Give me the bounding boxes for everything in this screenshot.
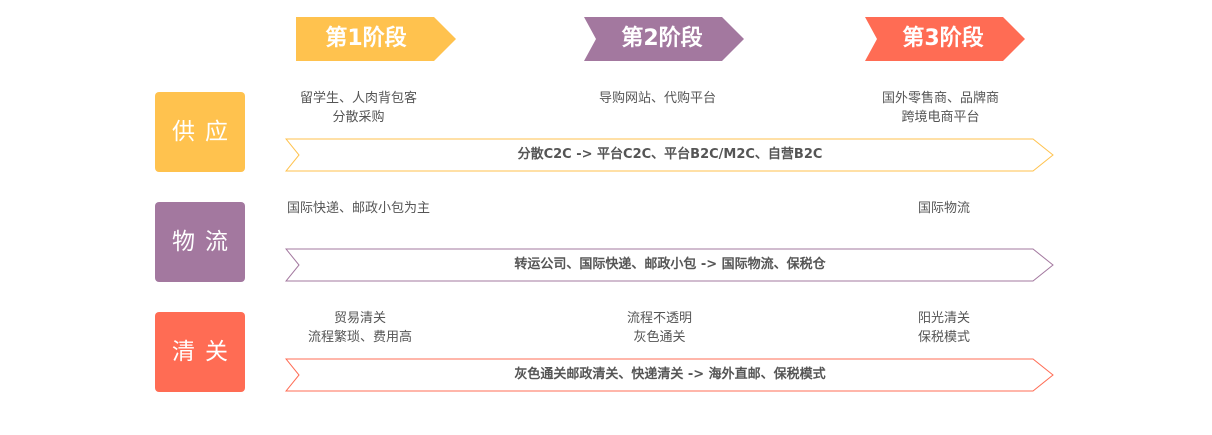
supply-stage-1-line-2: 分散采购 — [332, 110, 385, 125]
supply-stage-3-line-1: 国外零售商、品牌商 — [882, 91, 1000, 106]
stage-2-label: 第2阶段 — [621, 26, 703, 51]
logistics-stage-3-line-1: 国际物流 — [918, 201, 971, 216]
category-supply: 供应 — [155, 92, 245, 172]
supply-stage-3-line-2: 跨境电商平台 — [901, 110, 980, 125]
customs-stage-2-text: 流程不透明 灰色通关 — [627, 309, 692, 347]
supply-stage-1-line-1: 留学生、人肉背包客 — [300, 91, 418, 106]
logistics-stage-1-line-1: 国际快递、邮政小包为主 — [287, 201, 431, 216]
stage-3-label: 第3阶段 — [902, 26, 984, 51]
customs-arrow-label: 灰色通关邮政清关、快递清关 -> 海外直邮、保税模式 — [514, 367, 826, 382]
customs-stage-3-text: 阳光清关 保税模式 — [918, 309, 970, 347]
supply-stage-2-line-1: 导购网站、代购平台 — [599, 91, 717, 106]
customs-stage-1-text: 贸易清关 流程繁琐、费用高 — [308, 309, 412, 347]
logistics-progress-arrow: 转运公司、国际快递、邮政小包 -> 国际物流、保税仓 — [285, 248, 1055, 282]
supply-stage-2-text: 导购网站、代购平台 — [599, 89, 716, 108]
logistics-stage-3-text: 国际物流 — [918, 199, 970, 218]
supply-progress-arrow: 分散C2C -> 平台C2C、平台B2C/M2C、自营B2C — [285, 138, 1055, 172]
stage-2-header: 第2阶段 — [584, 17, 744, 61]
logistics-stage-1-text: 国际快递、邮政小包为主 — [287, 199, 430, 218]
supply-arrow-label: 分散C2C -> 平台C2C、平台B2C/M2C、自营B2C — [517, 147, 823, 162]
supply-stage-1-text: 留学生、人肉背包客 分散采购 — [300, 89, 417, 127]
customs-stage-3-line-1: 阳光清关 — [918, 311, 971, 326]
category-logistics: 物流 — [155, 202, 245, 282]
customs-stage-1-line-2: 流程繁琐、费用高 — [308, 330, 413, 345]
stage-1-header: 第1阶段 — [296, 17, 456, 61]
category-customs: 清关 — [155, 312, 245, 392]
customs-stage-3-line-2: 保税模式 — [918, 330, 971, 345]
customs-stage-2-line-1: 流程不透明 — [627, 311, 693, 326]
customs-progress-arrow: 灰色通关邮政清关、快递清关 -> 海外直邮、保税模式 — [285, 358, 1055, 392]
stage-1-label: 第1阶段 — [325, 26, 407, 51]
customs-stage-2-line-2: 灰色通关 — [633, 330, 686, 345]
logistics-arrow-label: 转运公司、国际快递、邮政小包 -> 国际物流、保税仓 — [514, 257, 826, 272]
supply-stage-3-text: 国外零售商、品牌商 跨境电商平台 — [882, 89, 999, 127]
customs-stage-1-line-1: 贸易清关 — [334, 311, 387, 326]
stage-3-header: 第3阶段 — [865, 17, 1025, 61]
